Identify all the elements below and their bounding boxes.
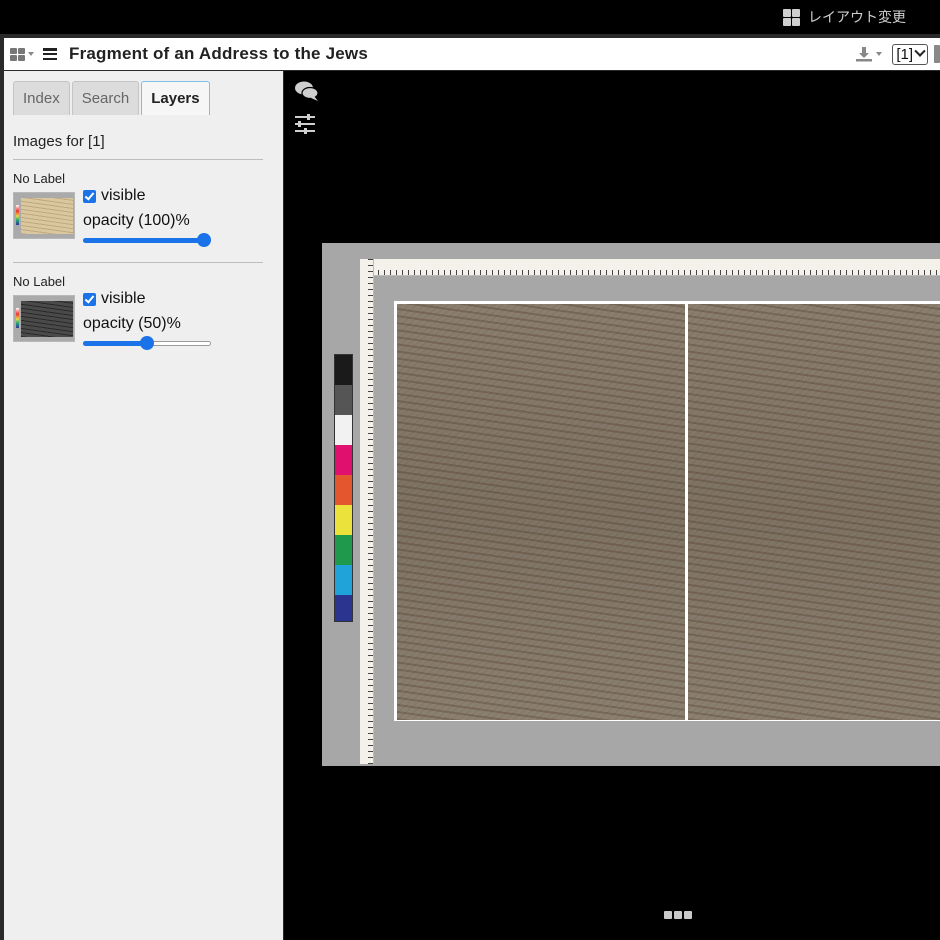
download-button[interactable] xyxy=(855,46,883,62)
opacity-label: opacity (100)% xyxy=(83,212,190,229)
comments-icon[interactable] xyxy=(294,80,320,102)
ruler-horizontal xyxy=(360,259,940,276)
grid-icon xyxy=(783,8,800,26)
download-icon xyxy=(856,47,873,62)
opacity-slider[interactable] xyxy=(83,335,211,351)
images-for-heading: Images for [1] xyxy=(13,133,105,150)
opacity-slider[interactable] xyxy=(83,232,211,248)
layer-item: No Label visible opacity (50)% xyxy=(13,274,273,350)
chevron-down-icon xyxy=(914,45,926,57)
slider-handle[interactable] xyxy=(140,336,154,350)
sliders-icon[interactable] xyxy=(294,113,316,135)
visible-checkbox[interactable] xyxy=(83,292,96,306)
divider xyxy=(13,159,263,160)
layout-change-button[interactable]: レイアウト変更 xyxy=(783,7,906,27)
viewer-window: Fragment of an Address to the Jews [1] I… xyxy=(0,34,940,940)
window-grid-icon xyxy=(10,47,25,61)
divider xyxy=(13,262,263,263)
chevron-down-icon xyxy=(876,52,883,56)
opacity-label: opacity (50)% xyxy=(83,315,181,332)
window-header: Fragment of an Address to the Jews [1] xyxy=(4,38,940,70)
canvas-select[interactable]: [1] xyxy=(892,43,928,65)
layer-item: No Label visible opacity (100)% xyxy=(13,171,273,247)
ruler-vertical xyxy=(360,259,374,764)
hamburger-menu-icon[interactable] xyxy=(43,48,57,60)
window-view-menu[interactable] xyxy=(10,47,34,61)
ellipsis-icon[interactable] xyxy=(664,911,694,919)
sidebar-tabs: Index Search Layers xyxy=(13,81,212,115)
layout-change-label: レイアウト変更 xyxy=(808,9,906,25)
manuscript-page-right xyxy=(688,304,940,720)
layer-thumbnail[interactable] xyxy=(13,295,75,342)
layer-label: No Label xyxy=(13,274,66,289)
chevron-down-icon xyxy=(28,52,34,56)
top-bar: レイアウト変更 xyxy=(0,0,940,34)
image-viewer[interactable] xyxy=(284,71,940,940)
info-icon[interactable] xyxy=(934,45,940,63)
window-title: Fragment of an Address to the Jews xyxy=(69,44,369,63)
tab-search[interactable]: Search xyxy=(71,81,140,115)
tab-index[interactable]: Index xyxy=(13,81,70,115)
tab-layers[interactable]: Layers xyxy=(141,81,210,115)
layer-label: No Label xyxy=(13,171,66,186)
color-calibration-bar xyxy=(334,354,353,622)
slider-handle[interactable] xyxy=(197,233,211,247)
visible-label: visible xyxy=(101,290,146,307)
canvas-select-value: [1] xyxy=(896,45,913,63)
sidebar: Index Search Layers Images for [1] No La… xyxy=(4,71,283,940)
manuscript-page-left xyxy=(397,304,685,720)
layer-thumbnail[interactable] xyxy=(13,192,75,239)
visible-checkbox[interactable] xyxy=(83,189,96,203)
visible-label: visible xyxy=(101,187,146,204)
